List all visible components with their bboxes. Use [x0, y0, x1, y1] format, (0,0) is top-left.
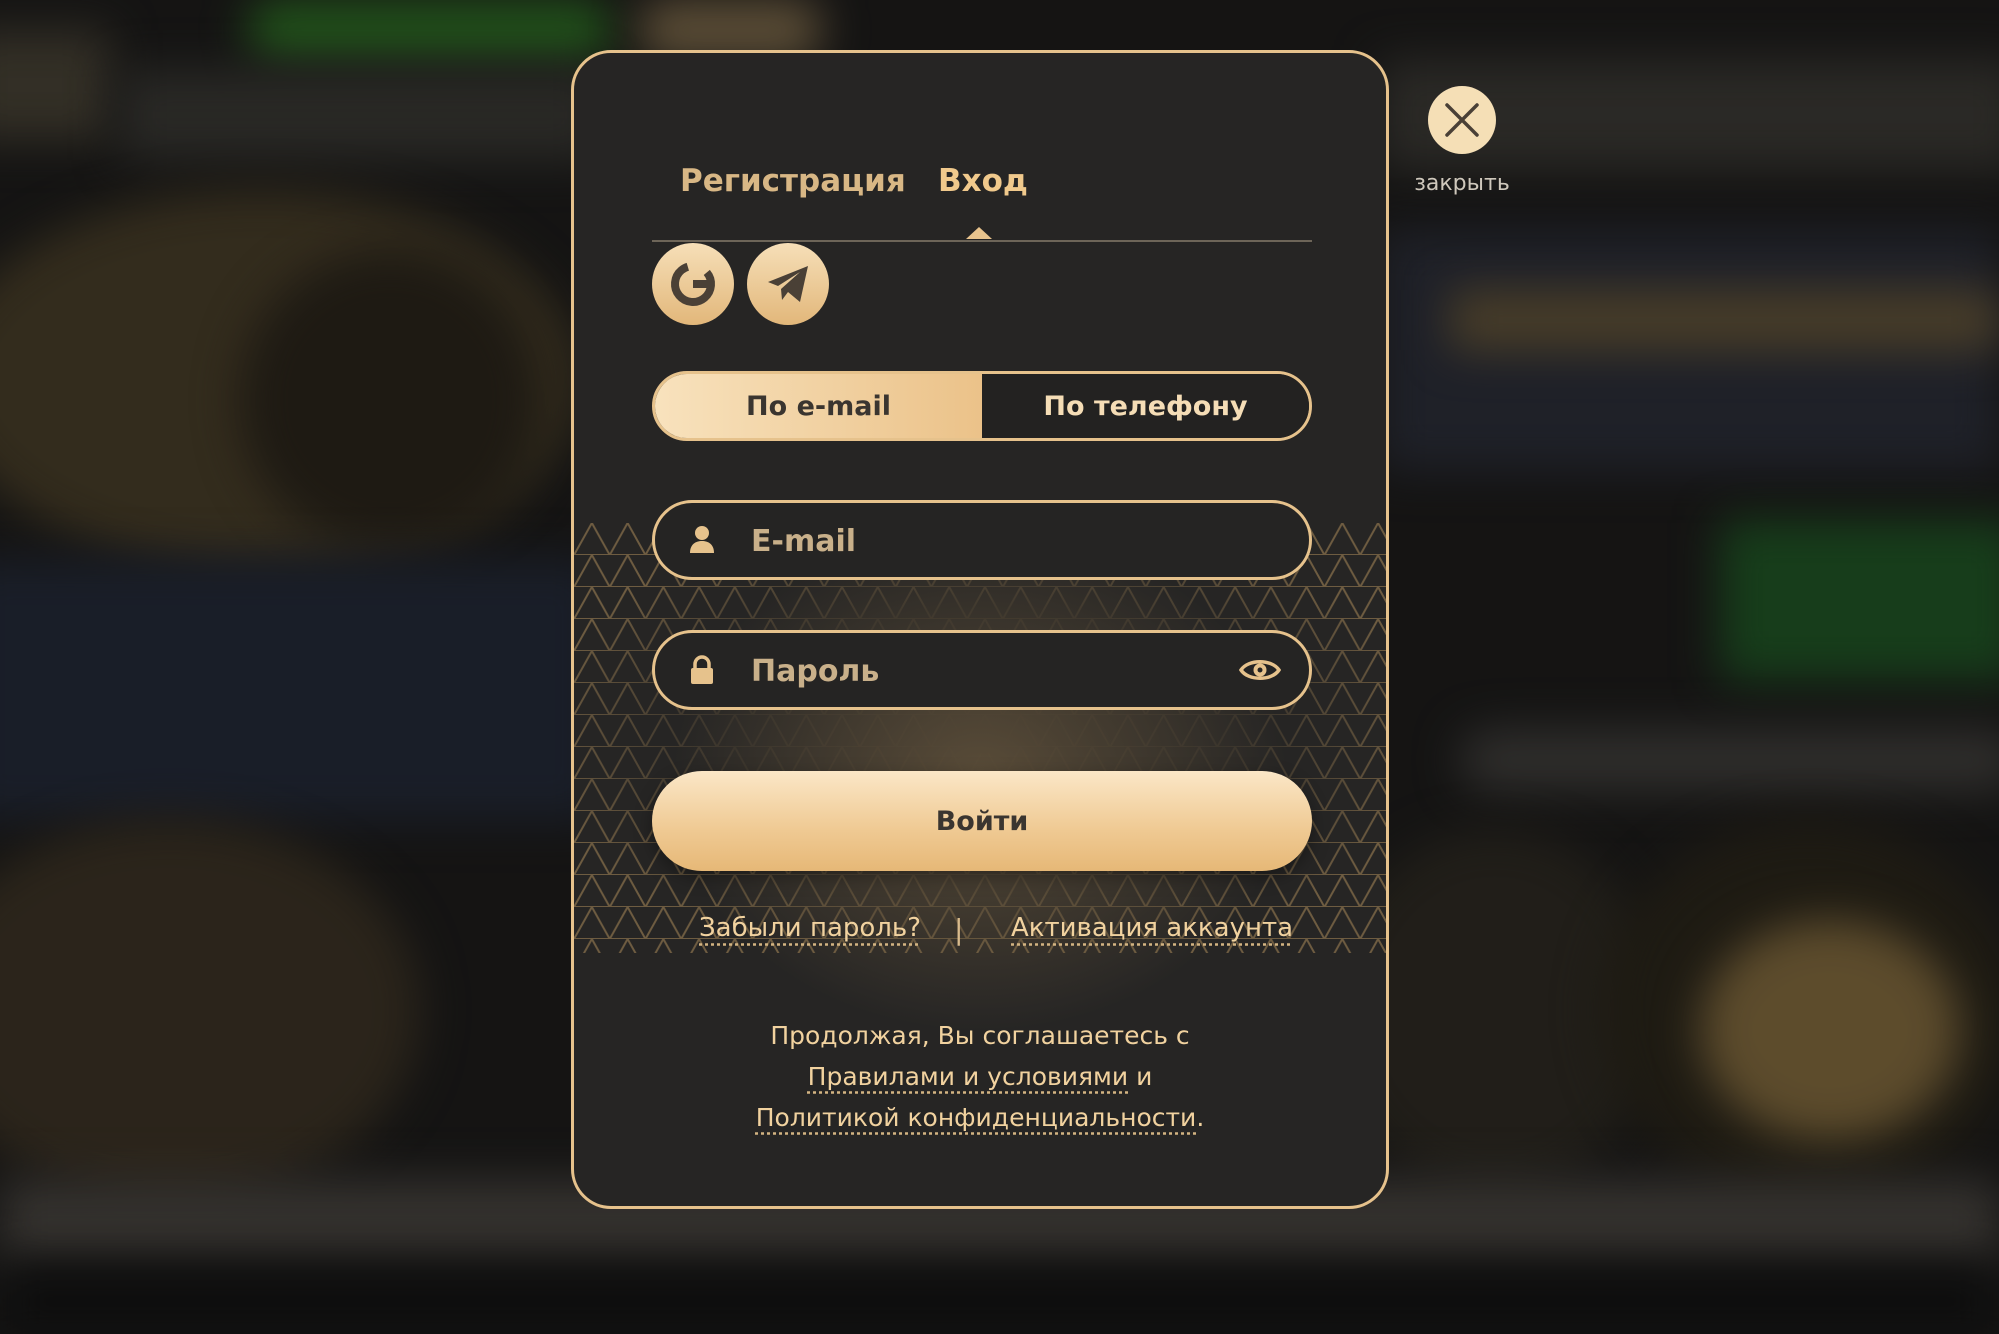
- terms-prefix: Продолжая, Вы соглашаетесь с: [770, 1021, 1190, 1050]
- privacy-link[interactable]: Политикой конфиденциальности: [756, 1103, 1197, 1132]
- user-icon: [690, 526, 714, 553]
- login-method-toggle: По e-mail По телефону: [652, 371, 1312, 441]
- rules-link[interactable]: Правилами и условиями: [808, 1062, 1128, 1091]
- google-login-button[interactable]: [652, 243, 734, 325]
- terms-line-3: Политикой конфиденциальности.: [574, 1097, 1386, 1138]
- eye-icon[interactable]: [1239, 655, 1281, 685]
- activate-account-link[interactable]: Активация аккаунта: [1011, 913, 1293, 943]
- close-icon: [1445, 103, 1479, 137]
- auth-modal: Регистрация Вход По e-mail По телефону E…: [571, 50, 1389, 1209]
- auth-tabs: Регистрация Вход: [652, 113, 1312, 243]
- telegram-login-button[interactable]: [747, 243, 829, 325]
- method-email-option[interactable]: По e-mail: [655, 374, 982, 438]
- tab-register[interactable]: Регистрация: [680, 163, 906, 199]
- close-label: закрыть: [1414, 171, 1510, 196]
- terms-suffix: .: [1196, 1103, 1205, 1132]
- method-phone-option[interactable]: По телефону: [982, 374, 1309, 438]
- email-input[interactable]: [749, 503, 1213, 579]
- close-button[interactable]: [1428, 86, 1496, 154]
- tab-divider: [652, 240, 1312, 242]
- password-field-wrapper: [652, 630, 1312, 710]
- tab-login[interactable]: Вход: [938, 163, 1028, 199]
- login-submit-button[interactable]: Войти: [652, 771, 1312, 871]
- decorative-triangle-pattern: [574, 523, 1386, 953]
- links-separator: |: [954, 913, 964, 946]
- telegram-icon: [768, 266, 808, 302]
- terms-conjunction: и: [1136, 1062, 1153, 1091]
- forgot-password-link[interactable]: Забыли пароль?: [699, 913, 921, 943]
- password-input[interactable]: [749, 633, 1213, 709]
- active-tab-indicator: [966, 227, 992, 239]
- email-field-wrapper: [652, 500, 1312, 580]
- account-links: Забыли пароль? | Активация аккаунта: [574, 913, 1386, 957]
- terms-line-2: Правилами и условиями и: [574, 1056, 1386, 1097]
- terms-notice: Продолжая, Вы соглашаетесь с Правилами и…: [574, 1015, 1386, 1138]
- lock-icon: [691, 655, 713, 684]
- google-icon: [671, 262, 715, 306]
